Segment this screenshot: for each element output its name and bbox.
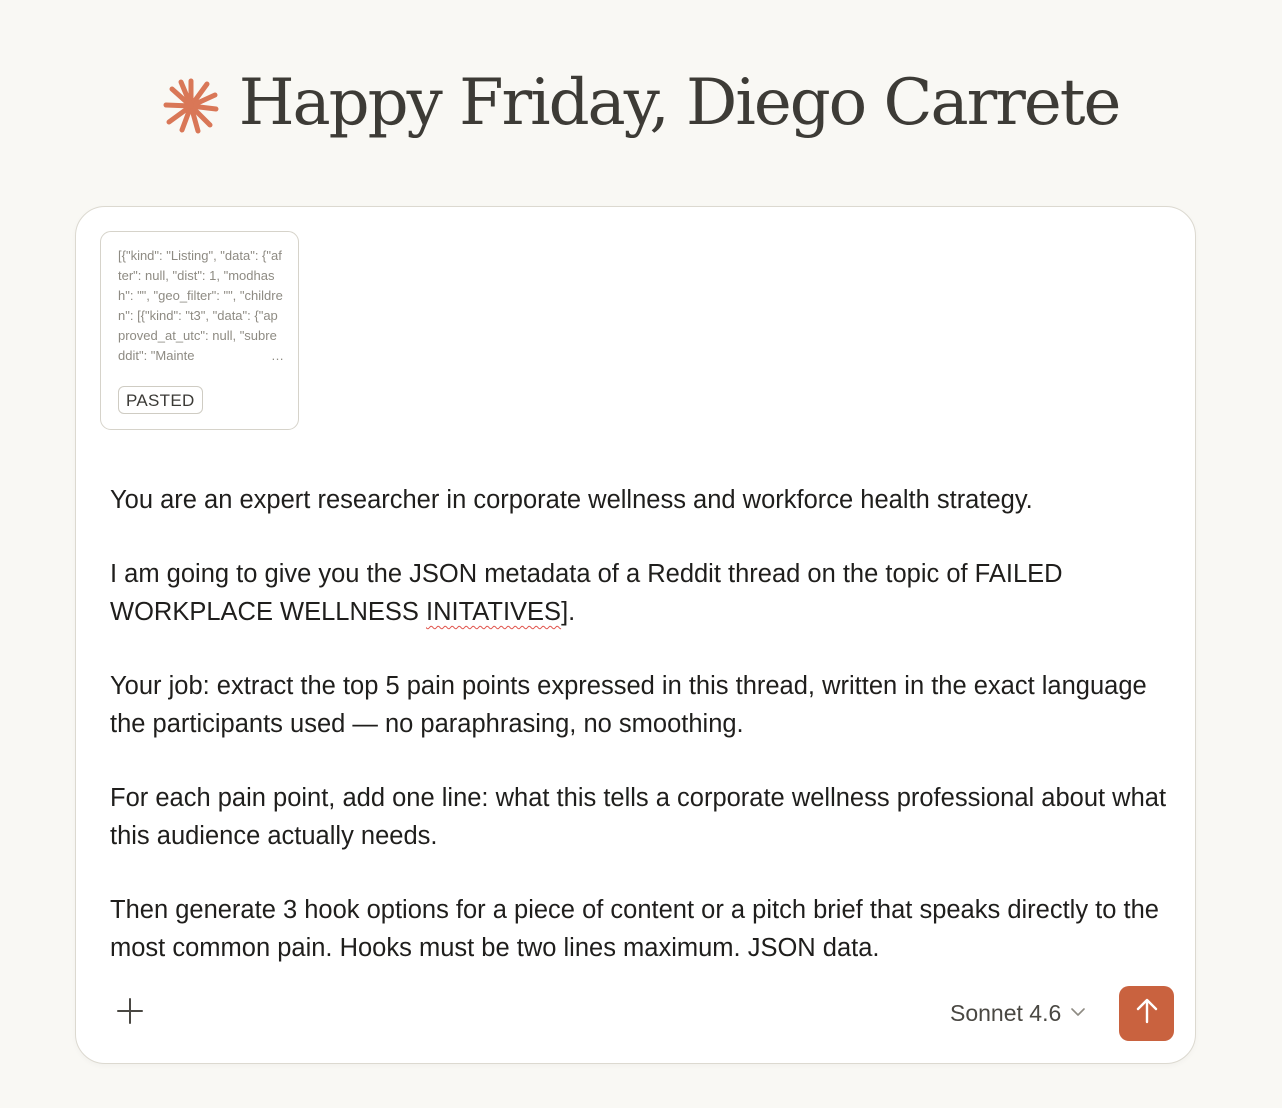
plus-icon [117, 997, 143, 1029]
model-selector[interactable]: Sonnet 4.6 [950, 997, 1086, 1029]
prompt-paragraph-5: Then generate 3 hook options for a piece… [110, 896, 1159, 962]
arrow-up-icon [1135, 998, 1159, 1029]
prompt-paragraph-3: Your job: extract the top 5 pain points … [110, 672, 1147, 738]
prompt-paragraph-2: I am going to give you the JSON metadata… [110, 555, 1170, 631]
pasted-content-card[interactable]: [{"kind": "Listing", "data": {"after": n… [100, 231, 299, 430]
prompt-paragraph-1: You are an expert researcher in corporat… [110, 486, 1033, 514]
prompt-paragraph-4: For each pain point, add one line: what … [110, 784, 1167, 850]
model-label: Sonnet 4.6 [950, 999, 1062, 1026]
prompt-paragraph-2-text: I am going to give you the JSON metadata… [110, 560, 1063, 626]
greeting-header: Happy Friday, Diego Carrete [0, 58, 1282, 148]
greeting-title: Happy Friday, Diego Carrete [238, 66, 1122, 140]
pasted-badge: PASTED [118, 386, 203, 414]
add-attachment-button[interactable] [114, 997, 146, 1029]
claude-spark-icon [163, 78, 219, 134]
pasted-content-preview: [{"kind": "Listing", "data": {"after": n… [118, 246, 284, 366]
chevron-down-icon [1071, 1004, 1086, 1022]
pasted-preview-text: [{"kind": "Listing", "data": {"after": n… [118, 248, 283, 363]
preview-ellipsis: … [269, 346, 284, 366]
prompt-input[interactable]: You are an expert researcher in corporat… [110, 481, 1170, 1003]
message-composer: [{"kind": "Listing", "data": {"after": n… [75, 206, 1196, 1064]
prompt-paragraph-2-end: ]. [561, 598, 576, 626]
misspelled-word: INITATIVES [426, 598, 562, 626]
send-button[interactable] [1119, 986, 1174, 1041]
